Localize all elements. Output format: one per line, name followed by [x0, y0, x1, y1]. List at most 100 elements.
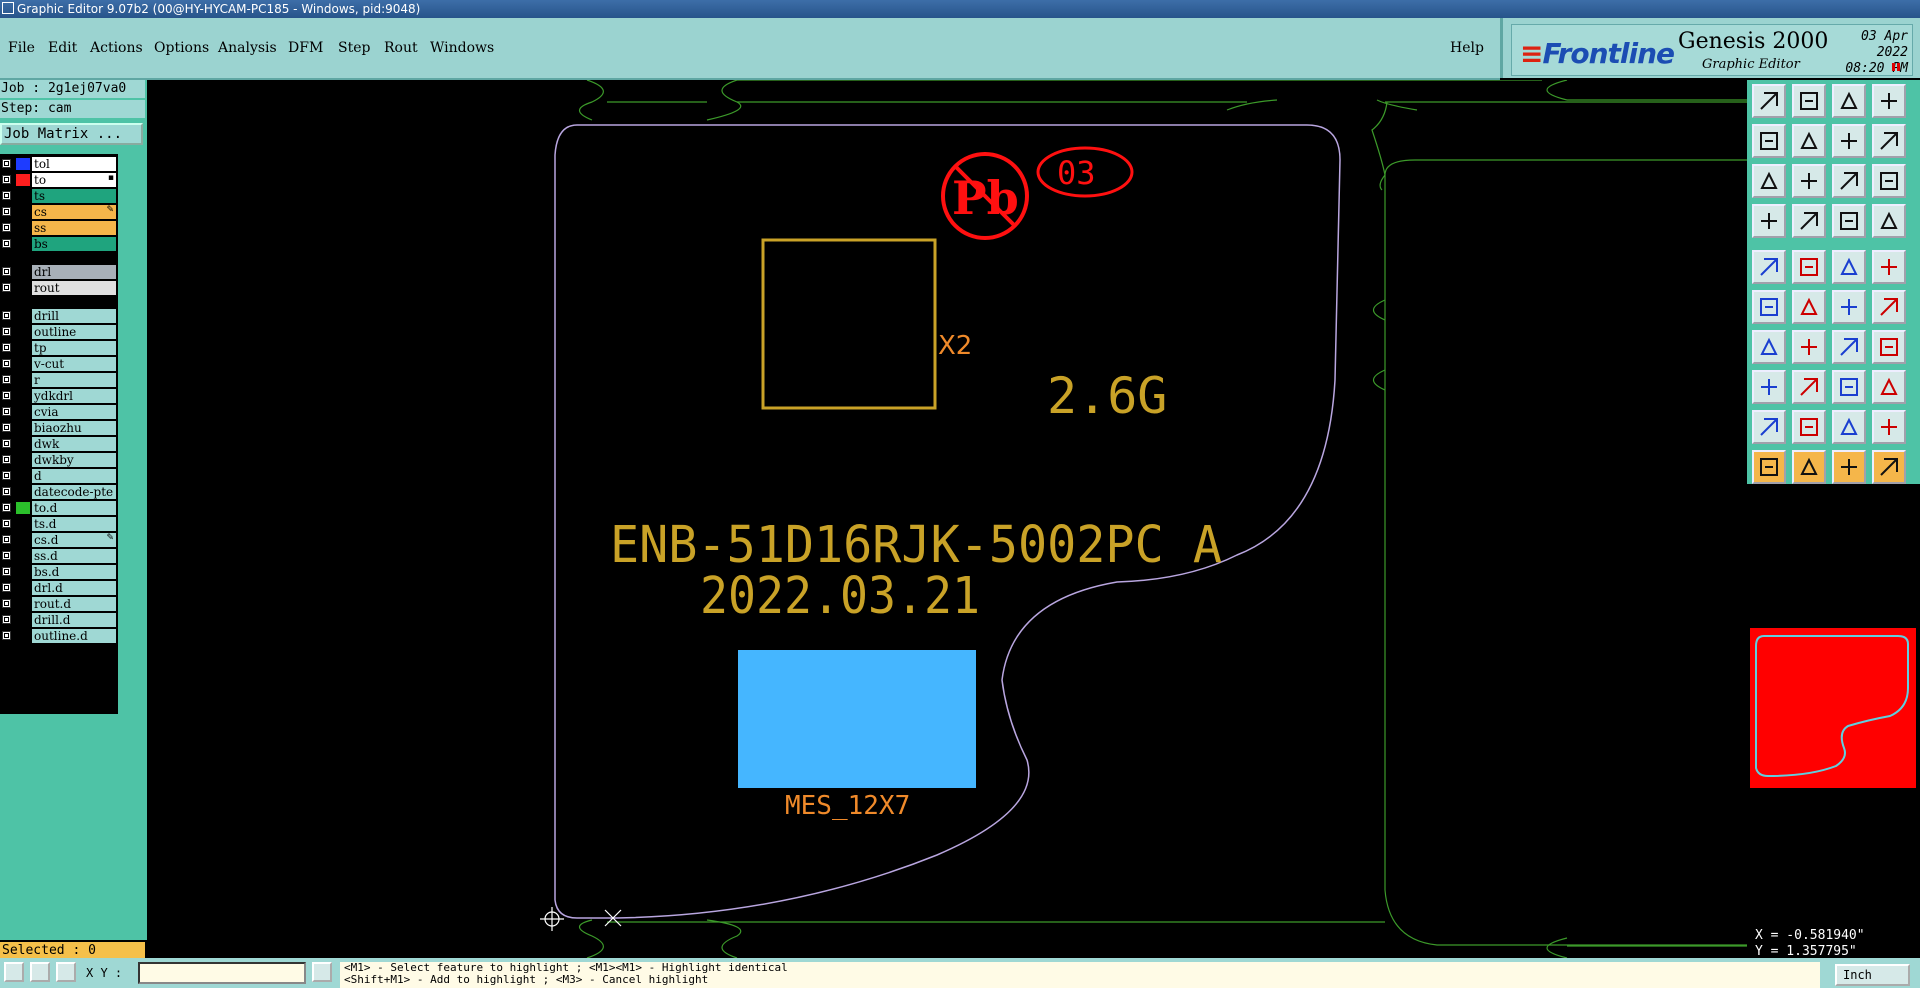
layer-row[interactable]: r — [0, 373, 118, 387]
layer-name[interactable]: bs.d — [32, 565, 116, 579]
layer-row[interactable]: rout — [0, 281, 118, 295]
layer-name[interactable]: rout.d — [32, 597, 116, 611]
menu-step[interactable]: Step — [338, 40, 370, 56]
menu-dfm[interactable]: DFM — [288, 40, 323, 56]
layer-color-swatch[interactable] — [16, 502, 30, 514]
layer-row[interactable]: cvia — [0, 405, 118, 419]
menu-help[interactable]: Help — [1450, 40, 1484, 56]
pointer-box-icon[interactable] — [1792, 450, 1826, 484]
graphic-canvas[interactable]: Pb 03 X2 2.6G ENB-51D16RJK-5002PC A 2022… — [147, 80, 1747, 958]
layer-name[interactable]: datecode-pte — [32, 485, 116, 499]
layer-color-swatch[interactable] — [16, 158, 30, 170]
layer-row[interactable]: bs.d — [0, 565, 118, 579]
layer-name[interactable]: drl — [32, 265, 116, 279]
open-step-icon[interactable] — [1752, 84, 1786, 118]
layer-row[interactable]: biaozhu — [0, 421, 118, 435]
layer-color-swatch[interactable] — [16, 342, 30, 354]
home-icon[interactable] — [1832, 84, 1866, 118]
unit-selector[interactable]: Inch — [1835, 964, 1910, 986]
layer-row[interactable]: v-cut — [0, 357, 118, 371]
layer-color-swatch[interactable] — [16, 614, 30, 626]
layer-row[interactable]: outline — [0, 325, 118, 339]
layer-color-swatch[interactable] — [16, 486, 30, 498]
layer-name[interactable]: bs — [32, 237, 116, 251]
layer-row[interactable]: tp — [0, 341, 118, 355]
snap-icon[interactable] — [1832, 204, 1866, 238]
layer-name[interactable]: tp — [32, 341, 116, 355]
triangle-c-icon[interactable] — [1832, 410, 1866, 444]
layer-color-swatch[interactable] — [16, 390, 30, 402]
layer-color-swatch[interactable] — [16, 282, 30, 294]
layer-name[interactable]: d — [32, 469, 116, 483]
info-button[interactable] — [312, 962, 332, 982]
layer-checkbox[interactable] — [2, 159, 11, 168]
layer-name[interactable]: biaozhu — [32, 421, 116, 435]
layer-row[interactable]: to.d — [0, 501, 118, 515]
layer-name[interactable]: v-cut — [32, 357, 116, 371]
layer-row[interactable]: datecode-pte — [0, 485, 118, 499]
layer-color-swatch[interactable] — [16, 630, 30, 642]
pointer-edit-icon[interactable] — [1832, 450, 1866, 484]
snap-tool-button[interactable] — [4, 962, 24, 982]
layer-checkbox[interactable] — [2, 267, 11, 276]
layer-name[interactable]: cvia — [32, 405, 116, 419]
layer-checkbox[interactable] — [2, 375, 11, 384]
one-to-one-icon[interactable] — [1832, 164, 1866, 198]
grid-tool-button[interactable] — [56, 962, 76, 982]
layer-checkbox[interactable] — [2, 423, 11, 432]
layer-color-swatch[interactable] — [16, 206, 30, 218]
layer-row[interactable]: cs.d ✎ — [0, 533, 118, 547]
layer-name[interactable]: cs — [32, 205, 116, 219]
layer-checkbox[interactable] — [2, 503, 11, 512]
menu-options[interactable]: Options — [154, 40, 209, 56]
measure-tool-button[interactable] — [30, 962, 50, 982]
layer-row[interactable]: d — [0, 469, 118, 483]
zoom-in-icon[interactable] — [1752, 164, 1786, 198]
layer-color-swatch[interactable] — [16, 190, 30, 202]
layer-checkbox[interactable] — [2, 343, 11, 352]
layer-row[interactable]: dwkby — [0, 453, 118, 467]
layer-name[interactable]: ydkdrl — [32, 389, 116, 403]
layer-color-swatch[interactable] — [16, 406, 30, 418]
layer-name[interactable]: cs.d — [32, 533, 116, 547]
job-matrix-button[interactable]: Job Matrix ... — [0, 123, 143, 145]
triangle-d-icon[interactable] — [1872, 410, 1906, 444]
xy-input[interactable] — [138, 962, 306, 984]
layer-name[interactable]: outline.d — [32, 629, 116, 643]
layer-color-swatch[interactable] — [16, 598, 30, 610]
layer-name[interactable]: dwk — [32, 437, 116, 451]
layer-row[interactable]: tol — [0, 157, 118, 171]
layer-row[interactable]: ss.d — [0, 549, 118, 563]
pan-icon[interactable] — [1752, 124, 1786, 158]
layer-checkbox[interactable] — [2, 311, 11, 320]
layer-color-swatch[interactable] — [16, 238, 30, 250]
menu-analysis[interactable]: Analysis — [218, 40, 277, 56]
layer-color-swatch[interactable] — [16, 518, 30, 530]
layer-name[interactable]: r — [32, 373, 116, 387]
layer-checkbox[interactable] — [2, 327, 11, 336]
layer-row[interactable]: dwk — [0, 437, 118, 451]
grid-icon[interactable] — [1792, 204, 1826, 238]
layer-row[interactable]: ts.d — [0, 517, 118, 531]
layer-row[interactable]: rout.d — [0, 597, 118, 611]
layer-color-swatch[interactable] — [16, 470, 30, 482]
redraw-icon[interactable] — [1872, 124, 1906, 158]
layer-color-swatch[interactable] — [16, 454, 30, 466]
layer-checkbox[interactable] — [2, 455, 11, 464]
layer-row[interactable]: drill.d — [0, 613, 118, 627]
connect-icon[interactable] — [1752, 290, 1786, 324]
triangle-a-icon[interactable] — [1752, 410, 1786, 444]
layer-checkbox[interactable] — [2, 391, 11, 400]
layer-color-swatch[interactable] — [16, 266, 30, 278]
layer-checkbox[interactable] — [2, 487, 11, 496]
layer-color-swatch[interactable] — [16, 310, 30, 322]
layer-checkbox[interactable] — [2, 207, 11, 216]
move-icon[interactable] — [1832, 290, 1866, 324]
layer-row[interactable]: ydkdrl — [0, 389, 118, 403]
query-icon[interactable] — [1872, 164, 1906, 198]
layer-row[interactable]: to ▪ — [0, 173, 118, 187]
menu-file[interactable]: File — [8, 40, 35, 56]
contour-icon[interactable] — [1832, 370, 1866, 404]
resize-icon[interactable] — [1752, 370, 1786, 404]
zoom-ratio-icon[interactable] — [1832, 124, 1866, 158]
